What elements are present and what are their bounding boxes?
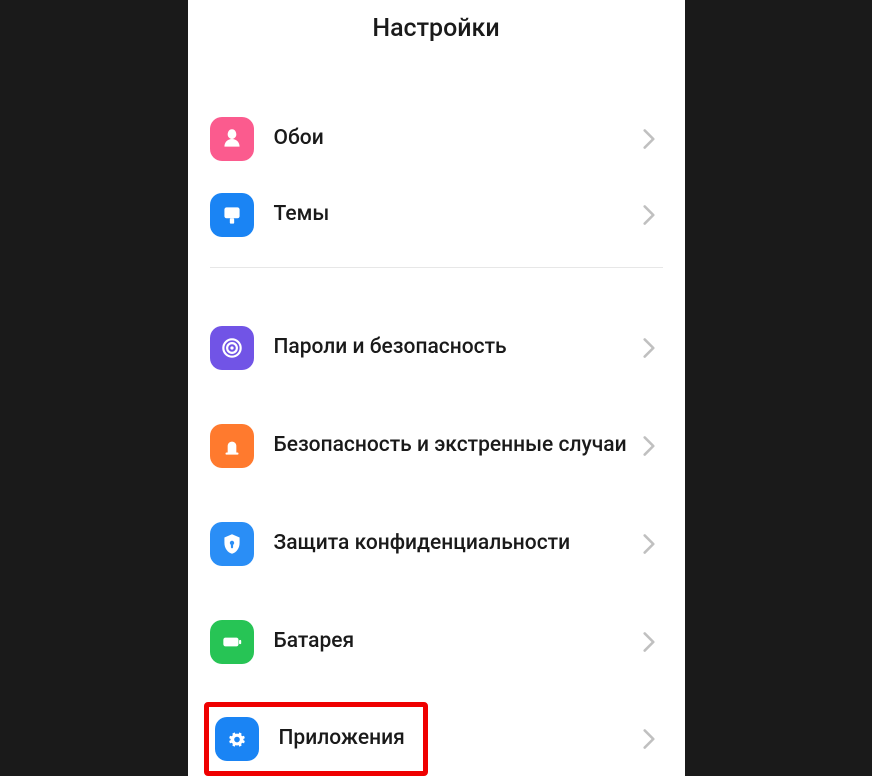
chevron-right-icon (643, 338, 655, 358)
settings-item-label: Приложения (279, 725, 415, 752)
settings-item-passwords[interactable]: Пароли и безопасность (210, 310, 663, 386)
chevron-right-icon (643, 129, 655, 149)
settings-item-label: Темы (274, 201, 643, 228)
chevron-right-icon (643, 205, 655, 225)
settings-group-1: Обои Темы (188, 101, 685, 253)
settings-item-apps[interactable]: Приложения (209, 717, 415, 761)
shield-icon (210, 522, 254, 566)
fingerprint-icon (210, 326, 254, 370)
page-title: Настройки (188, 14, 685, 43)
settings-item-privacy[interactable]: Защита конфиденциальности (210, 506, 663, 582)
settings-item-label: Защита конфиденциальности (274, 530, 643, 557)
battery-icon (210, 620, 254, 664)
settings-item-wallpaper[interactable]: Обои (210, 101, 663, 177)
brush-icon (210, 193, 254, 237)
chevron-right-icon (643, 729, 655, 749)
chevron-right-icon (643, 534, 655, 554)
settings-item-emergency[interactable]: Безопасность и экстренные случаи (210, 408, 663, 484)
flower-icon (210, 117, 254, 161)
settings-item-label: Обои (274, 125, 643, 152)
settings-item-apps-row: Приложения (210, 702, 663, 776)
settings-item-battery[interactable]: Батарея (210, 604, 663, 680)
gear-icon (215, 717, 259, 761)
chevron-right-icon (643, 632, 655, 652)
section-divider (210, 267, 663, 268)
settings-screen: Настройки Обои Темы (188, 0, 685, 776)
chevron-right-icon (643, 436, 655, 456)
settings-item-label: Пароли и безопасность (274, 334, 643, 361)
settings-item-label: Безопасность и экстренные случаи (274, 432, 643, 459)
settings-group-2: Пароли и безопасность Безопасность и экс… (188, 310, 685, 776)
settings-item-themes[interactable]: Темы (210, 177, 663, 253)
settings-item-label: Батарея (274, 628, 643, 655)
alarm-icon (210, 424, 254, 468)
highlight-box: Приложения (204, 702, 428, 776)
